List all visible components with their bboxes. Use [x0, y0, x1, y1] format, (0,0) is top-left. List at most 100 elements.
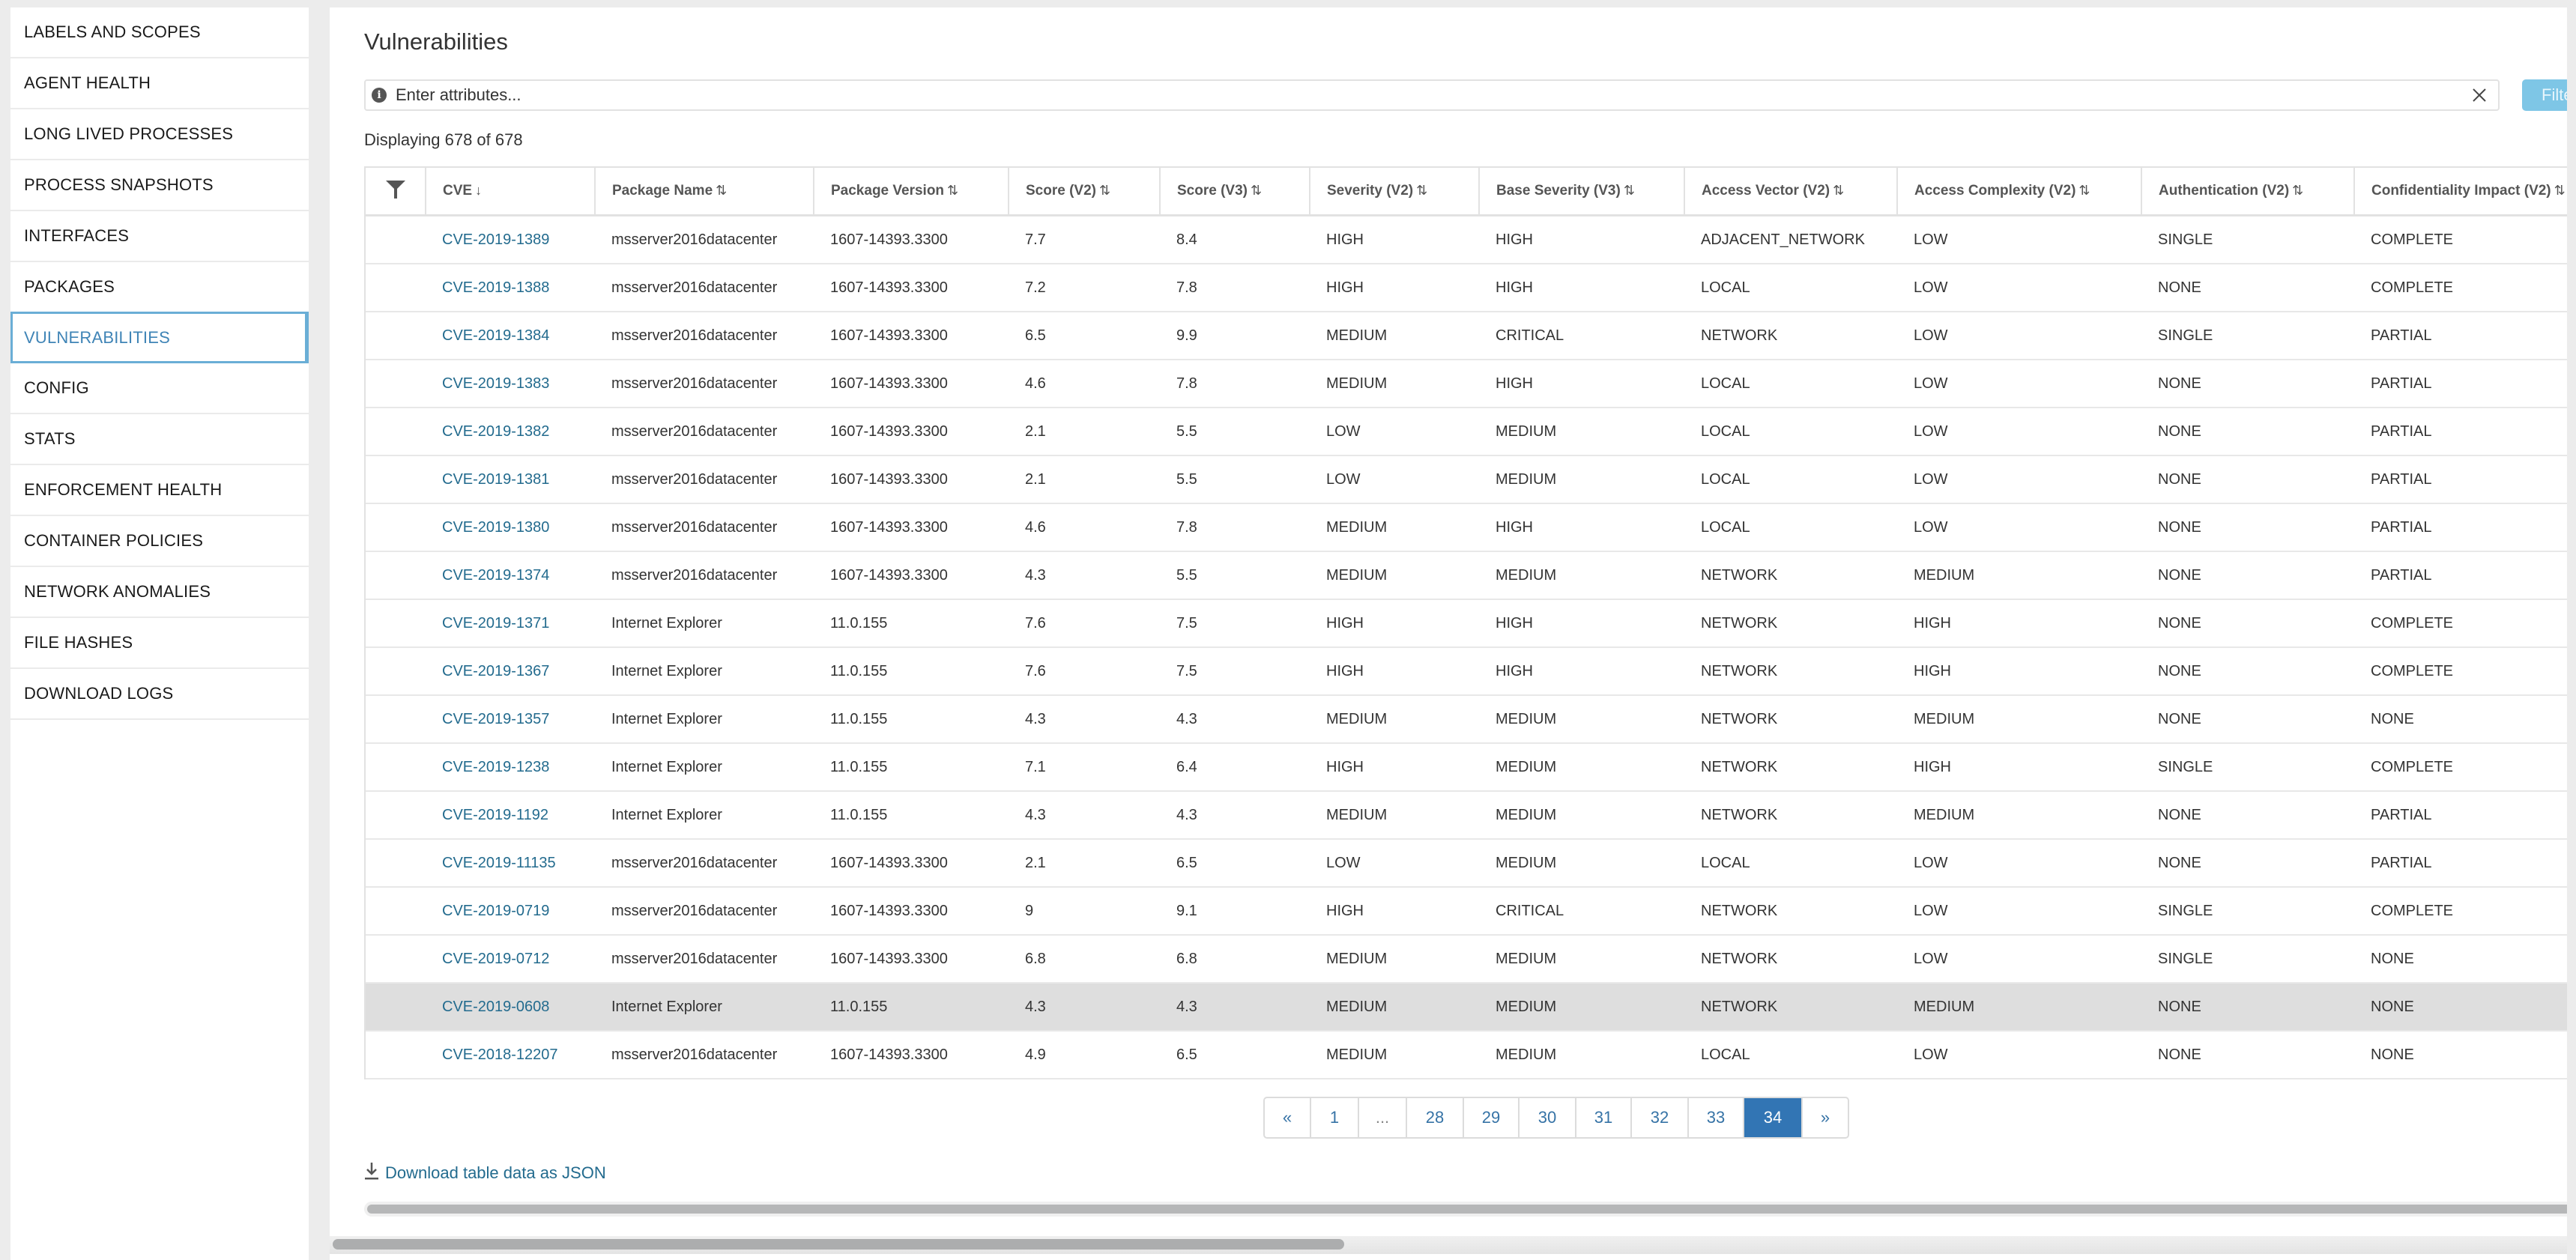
- table-row[interactable]: CVE-2018-12207 msserver2016datacenter 1607…: [366, 1031, 2576, 1079]
- cve-link[interactable]: CVE-2019-1382: [442, 423, 549, 440]
- cve-link[interactable]: CVE-2019-1384: [442, 327, 549, 344]
- table-cell: MEDIUM: [1897, 551, 2141, 600]
- table-row[interactable]: CVE-2019-0712 msserver2016datacenter 1607-…: [366, 935, 2576, 984]
- page-32[interactable]: 32: [1632, 1098, 1689, 1137]
- cve-link[interactable]: CVE-2019-1374: [442, 567, 549, 584]
- column-header-score-v2[interactable]: Score (V2) ⇅: [1009, 168, 1161, 216]
- table-horizontal-scrollbar[interactable]: [364, 1202, 2576, 1217]
- cve-link[interactable]: CVE-2019-1371: [442, 615, 549, 631]
- column-header-access-complexity-v2[interactable]: Access Complexity (V2) ⇅: [1897, 168, 2142, 216]
- table-row[interactable]: CVE-2019-1381 msserver2016datacenter 1607-…: [366, 455, 2576, 504]
- cve-link[interactable]: CVE-2019-1238: [442, 759, 549, 775]
- sidebar-item-container-policies[interactable]: CONTAINER POLICIES: [10, 516, 309, 567]
- cve-link[interactable]: CVE-2018-12207: [442, 1047, 558, 1063]
- sidebar-item-stats[interactable]: STATS: [10, 414, 309, 465]
- table-row[interactable]: CVE-2019-1238 Internet Explorer 11.0.155 7.…: [366, 743, 2576, 792]
- sidebar-item-long-lived-processes[interactable]: LONG LIVED PROCESSES: [10, 109, 309, 160]
- table-row[interactable]: CVE-2019-1192 Internet Explorer 11.0.155 4.…: [366, 791, 2576, 840]
- table-row[interactable]: CVE-2019-1384 msserver2016datacenter 1607-…: [366, 312, 2576, 360]
- sidebar-item-config[interactable]: CONFIG: [10, 363, 309, 414]
- table-cell: 1607-14393.3300: [814, 264, 1009, 312]
- column-header-severity-v2[interactable]: Severity (V2) ⇅: [1310, 168, 1480, 216]
- column-header-score-v3[interactable]: Score (V3) ⇅: [1160, 168, 1310, 216]
- table-cell: 1607-14393.3300: [814, 1031, 1009, 1079]
- page-previous-button[interactable]: «: [1265, 1098, 1311, 1137]
- column-header-confidentiality-impact-v2[interactable]: Confidentiality Impact (V2) ⇅: [2354, 168, 2576, 216]
- table-cell: NONE: [2141, 791, 2354, 840]
- page-1[interactable]: 1: [1311, 1098, 1359, 1137]
- download-json-link[interactable]: Download table data as JSON: [364, 1161, 606, 1185]
- table-cell: PARTIAL: [2354, 839, 2576, 888]
- sidebar-item-interfaces[interactable]: INTERFACES: [10, 211, 309, 262]
- cve-link[interactable]: CVE-2019-1383: [442, 375, 549, 392]
- sidebar-item-labels-and-scopes[interactable]: LABELS AND SCOPES: [10, 7, 309, 58]
- sidebar-item-process-snapshots[interactable]: PROCESS SNAPSHOTS: [10, 160, 309, 211]
- sidebar-item-enforcement-health[interactable]: ENFORCEMENT HEALTH: [10, 465, 309, 516]
- column-header-cve[interactable]: CVE ↓: [426, 168, 596, 216]
- page-31[interactable]: 31: [1576, 1098, 1632, 1137]
- column-header-base-severity-v3[interactable]: Base Severity (V3) ⇅: [1479, 168, 1685, 216]
- sort-icon: ⇅: [1416, 183, 1428, 198]
- table-row[interactable]: CVE-2019-1371 Internet Explorer 11.0.155 7.…: [366, 599, 2576, 648]
- table-row[interactable]: CVE-2019-1357 Internet Explorer 11.0.155 4.…: [366, 695, 2576, 744]
- cve-link[interactable]: CVE-2019-1381: [442, 471, 549, 488]
- page-30[interactable]: 30: [1520, 1098, 1576, 1137]
- table-cell: PARTIAL: [2354, 503, 2576, 552]
- page-scrollbar-thumb[interactable]: [333, 1239, 1344, 1250]
- column-header-label: CVE: [443, 183, 473, 199]
- cve-link[interactable]: CVE-2019-0608: [442, 999, 549, 1015]
- table-row[interactable]: CVE-2019-11135 msserver2016datacenter 1607…: [366, 839, 2576, 888]
- table-row[interactable]: CVE-2019-0719 msserver2016datacenter 1607-…: [366, 887, 2576, 936]
- column-filter-toggle[interactable]: [366, 168, 426, 216]
- table-cell: HIGH: [1897, 647, 2141, 696]
- row-filter-cell: [366, 791, 426, 840]
- sidebar-item-file-hashes[interactable]: FILE HASHES: [10, 618, 309, 669]
- cve-link[interactable]: CVE-2019-0719: [442, 903, 549, 919]
- page-28[interactable]: 28: [1407, 1098, 1464, 1137]
- filter-input[interactable]: [394, 85, 2468, 106]
- table-row[interactable]: CVE-2019-1382 msserver2016datacenter 1607-…: [366, 408, 2576, 456]
- sidebar-item-packages[interactable]: PACKAGES: [10, 262, 309, 313]
- page-ellipsis: ...: [1359, 1098, 1407, 1137]
- table-cell: MEDIUM: [1479, 791, 1684, 840]
- sidebar-item-agent-health[interactable]: AGENT HEALTH: [10, 58, 309, 109]
- sidebar-item-vulnerabilities[interactable]: VULNERABILITIES: [10, 312, 309, 363]
- table-cell: 4.3: [1160, 791, 1310, 840]
- cve-link[interactable]: CVE-2019-1367: [442, 663, 549, 679]
- page-horizontal-scrollbar[interactable]: [330, 1236, 2576, 1254]
- table-cell: NETWORK: [1684, 791, 1897, 840]
- page-33[interactable]: 33: [1689, 1098, 1744, 1137]
- cve-link[interactable]: CVE-2019-1357: [442, 711, 549, 727]
- cve-link[interactable]: CVE-2019-11135: [442, 855, 556, 871]
- cve-link[interactable]: CVE-2019-1388: [442, 279, 549, 296]
- table-row[interactable]: CVE-2019-1380 msserver2016datacenter 1607-…: [366, 503, 2576, 552]
- table-cell: PARTIAL: [2354, 408, 2576, 456]
- column-header-access-vector-v2[interactable]: Access Vector (V2) ⇅: [1684, 168, 1898, 216]
- cve-link[interactable]: CVE-2019-0712: [442, 951, 549, 967]
- row-filter-cell: [366, 887, 426, 936]
- sidebar-item-download-logs[interactable]: DOWNLOAD LOGS: [10, 669, 309, 720]
- column-header-authentication-v2[interactable]: Authentication (V2) ⇅: [2141, 168, 2355, 216]
- page-next-button[interactable]: »: [1803, 1098, 1848, 1137]
- cve-link[interactable]: CVE-2019-1389: [442, 231, 549, 248]
- cve-link[interactable]: CVE-2019-1192: [442, 807, 548, 823]
- sidebar-item-network-anomalies[interactable]: NETWORK ANOMALIES: [10, 567, 309, 618]
- page-29[interactable]: 29: [1464, 1098, 1520, 1137]
- table-row[interactable]: CVE-2019-1388 msserver2016datacenter 1607-…: [366, 264, 2576, 312]
- table-scrollbar-thumb[interactable]: [367, 1205, 2576, 1214]
- info-icon[interactable]: i: [372, 88, 387, 103]
- close-icon[interactable]: [2468, 84, 2491, 106]
- cve-cell: CVE-2019-1382: [426, 408, 595, 456]
- column-header-package-version[interactable]: Package Version ⇅: [814, 168, 1009, 216]
- column-header-package-name[interactable]: Package Name ⇅: [595, 168, 814, 216]
- table-row[interactable]: CVE-2019-1383 msserver2016datacenter 1607-…: [366, 360, 2576, 408]
- table-row[interactable]: CVE-2019-1367 Internet Explorer 11.0.155 7.…: [366, 647, 2576, 696]
- table-row[interactable]: CVE-2019-1374 msserver2016datacenter 1607-…: [366, 551, 2576, 600]
- table-cell: msserver2016datacenter: [595, 312, 814, 360]
- table-row[interactable]: CVE-2019-1389 msserver2016datacenter 1607-…: [366, 215, 2576, 264]
- table-cell: MEDIUM: [1310, 791, 1479, 840]
- page-34[interactable]: 34: [1744, 1098, 1803, 1137]
- main-panel: Vulnerabilities i Filter Displaying 678 …: [330, 7, 2576, 1260]
- cve-link[interactable]: CVE-2019-1380: [442, 519, 549, 536]
- table-row[interactable]: CVE-2019-0608 Internet Explorer 11.0.155 4.…: [366, 983, 2576, 1032]
